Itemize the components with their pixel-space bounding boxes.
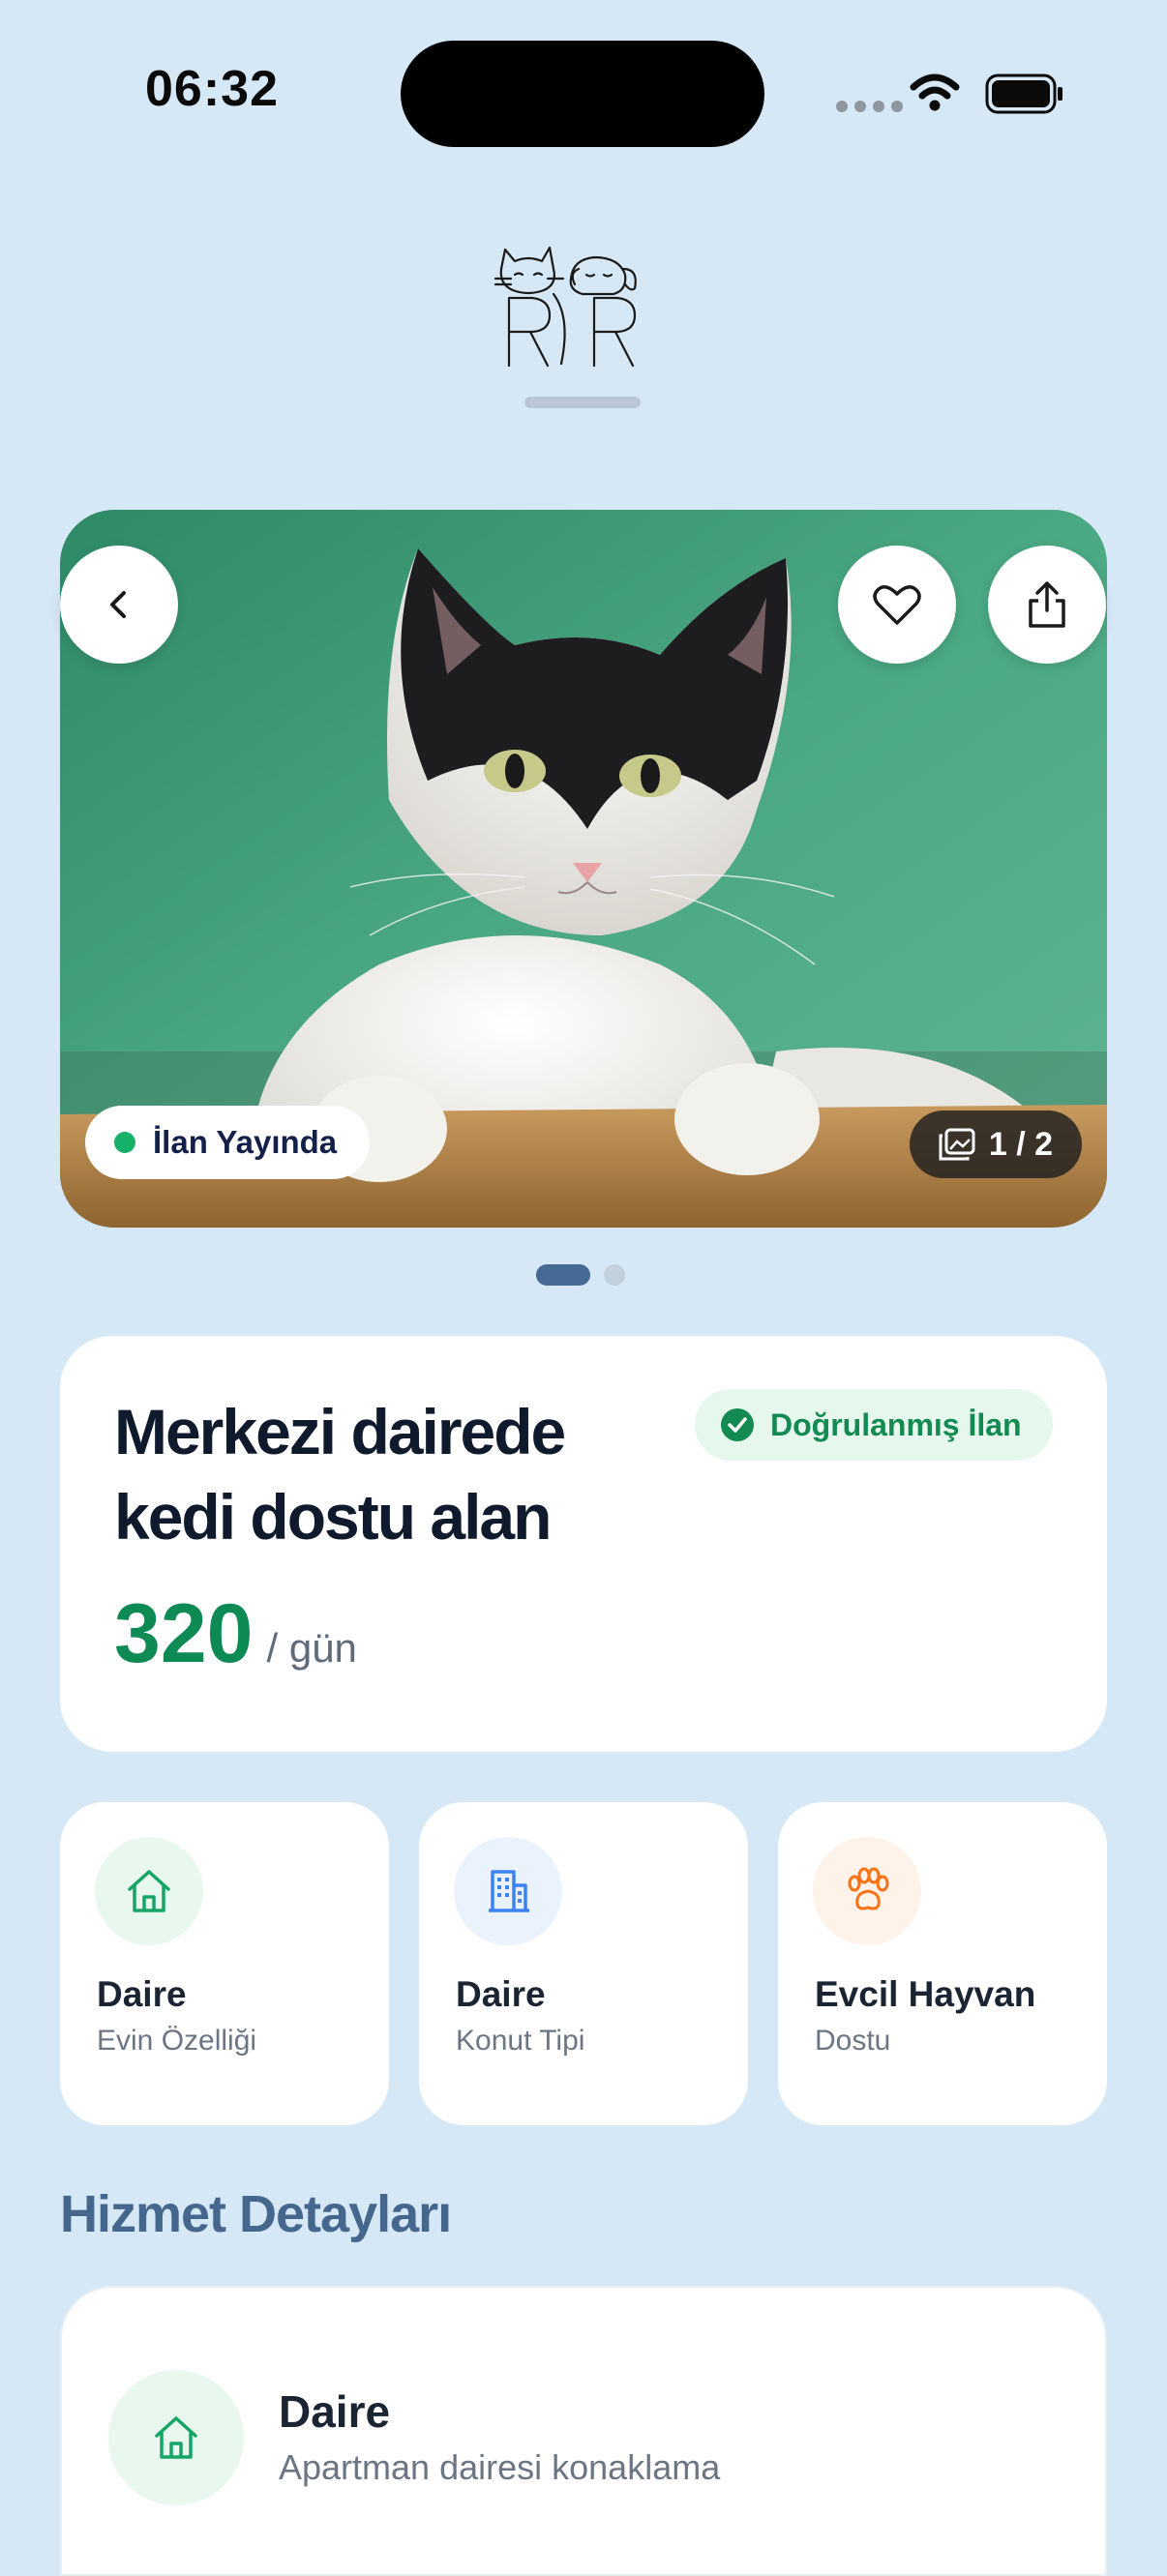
share-icon [1029, 581, 1065, 628]
favorite-button[interactable] [838, 546, 956, 664]
heart-icon [873, 585, 921, 625]
listing-status-label: İlan Yayında [153, 1124, 338, 1160]
feature-title: Daire [97, 1974, 187, 2014]
feature-icon-wrap [813, 1837, 921, 1945]
sheet-handle[interactable] [524, 397, 641, 408]
dynamic-island [401, 41, 764, 147]
listing-title: Merkezi dairede kedi dostu alan [114, 1396, 566, 1553]
feature-title: Daire [456, 1974, 546, 2014]
page-dot-active[interactable] [536, 1264, 590, 1286]
price-unit: / gün [266, 1625, 357, 1671]
image-pager[interactable] [536, 1264, 625, 1286]
price: 320 / gün [114, 1586, 357, 1682]
feature-icon-wrap [95, 1837, 203, 1945]
service-icon-wrap [108, 2370, 244, 2505]
feature-card-home: Daire Evin Özelliği [60, 1802, 389, 2125]
home-icon [155, 2416, 197, 2459]
image-counter: 1 / 2 [910, 1110, 1082, 1178]
wifi-icon [910, 74, 960, 111]
feature-subtitle: Konut Tipi [456, 2025, 585, 2057]
paw-icon [848, 1867, 889, 1910]
feature-card-building: Daire Konut Tipi [419, 1802, 748, 2125]
share-button[interactable] [988, 546, 1106, 664]
verified-badge: Doğrulanmış İlan [695, 1389, 1053, 1461]
feature-subtitle: Evin Özelliği [97, 2025, 257, 2057]
price-value: 320 [114, 1587, 254, 1680]
service-subtitle: Apartman dairesi konaklama [279, 2447, 721, 2487]
listing-status-badge: İlan Yayında [85, 1106, 371, 1179]
home-icon [128, 1870, 170, 1912]
back-button[interactable] [60, 546, 178, 664]
feature-subtitle: Dostu [815, 2025, 891, 2057]
section-heading: Hizmet Detayları [60, 2185, 452, 2243]
feature-title: Evcil Hayvan [815, 1974, 1036, 2014]
page-dot[interactable] [604, 1264, 625, 1286]
cellular-signal-icon [836, 101, 903, 112]
feature-card-pet: Evcil Hayvan Dostu [778, 1802, 1107, 2125]
feature-icon-wrap [454, 1837, 562, 1945]
live-dot-icon [114, 1132, 135, 1153]
check-circle-icon [721, 1408, 754, 1441]
service-title: Daire [279, 2386, 391, 2437]
image-counter-label: 1 / 2 [988, 1125, 1054, 1163]
app-logo [494, 246, 637, 368]
verified-label: Doğrulanmış İlan [770, 1406, 1022, 1442]
gallery-icon [939, 1128, 975, 1161]
battery-icon [985, 74, 1062, 114]
building-icon [489, 1870, 529, 1912]
status-time: 06:32 [145, 61, 279, 117]
chevron-left-icon [110, 591, 126, 618]
